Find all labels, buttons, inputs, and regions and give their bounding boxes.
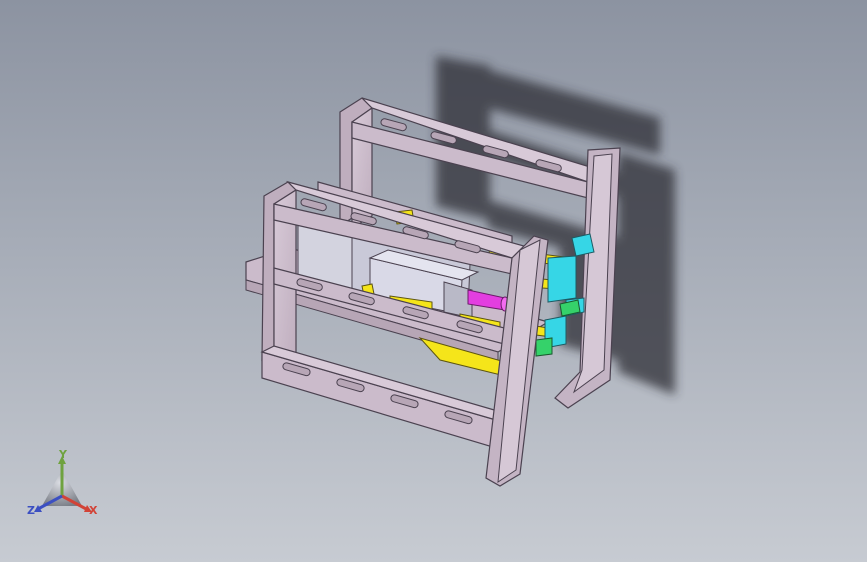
reference-triad: Y X Z: [22, 446, 112, 526]
triad-x-label: X: [89, 504, 98, 517]
triad-graphic: [34, 456, 92, 512]
triad-y-label: Y: [59, 448, 67, 461]
triad-z-label: Z: [27, 504, 35, 517]
cad-model-view[interactable]: [0, 0, 867, 562]
cad-viewport[interactable]: Y X Z: [0, 0, 867, 562]
